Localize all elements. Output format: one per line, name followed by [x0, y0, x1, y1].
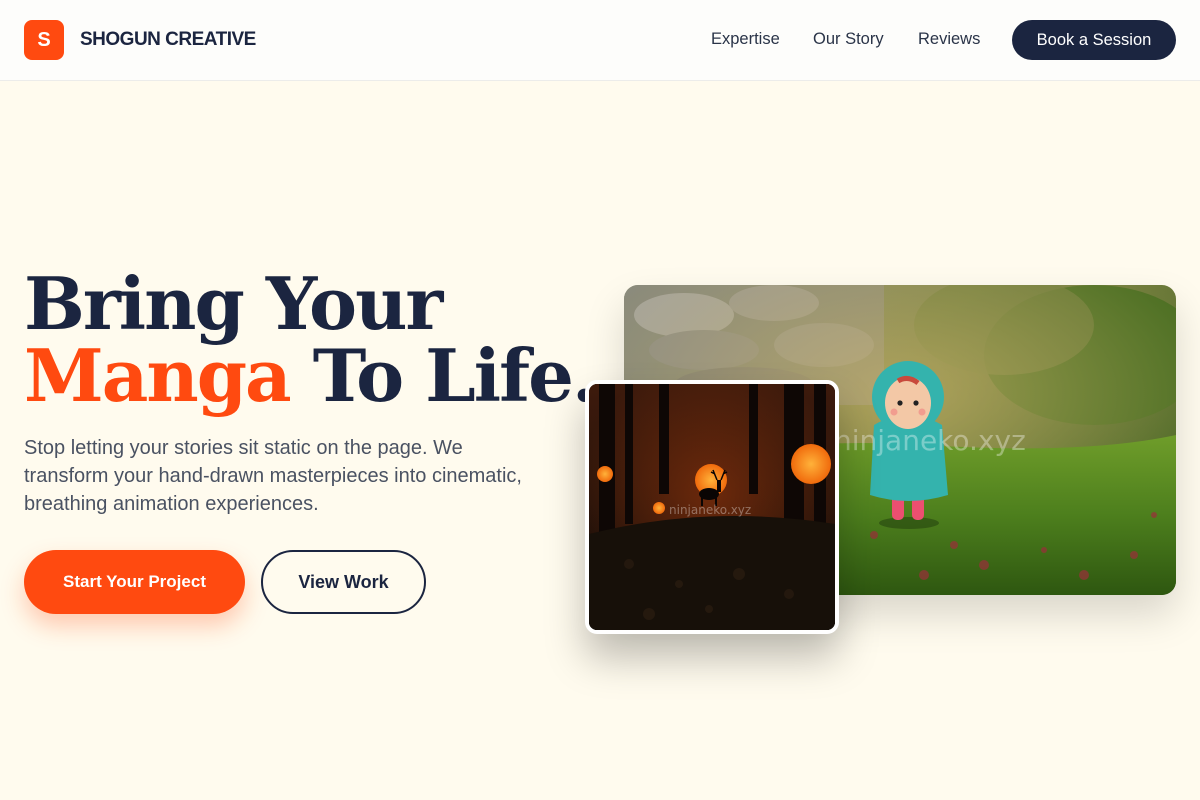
small-image-watermark: ninjaneko.xyz	[669, 503, 751, 517]
hero-title-accent: Manga	[24, 333, 292, 418]
hero-image-small: ninjaneko.xyz	[585, 380, 839, 634]
hero-title: Bring Your Manga To Life.	[24, 268, 597, 412]
nav-link-expertise[interactable]: Expertise	[711, 30, 780, 49]
site-header: S SHOGUN CREATIVE Expertise Our Story Re…	[0, 0, 1200, 81]
logo-badge[interactable]: S	[24, 20, 64, 60]
main-image-watermark: ninjaneko.xyz	[834, 424, 1026, 457]
brand-name[interactable]: SHOGUN CREATIVE	[80, 29, 256, 51]
book-session-button[interactable]: Book a Session	[1012, 20, 1176, 60]
hero-title-line2: To Life.	[289, 333, 597, 418]
forest-deer-photo: ninjaneko.xyz	[589, 384, 835, 630]
view-work-button[interactable]: View Work	[261, 550, 426, 614]
nav-link-reviews[interactable]: Reviews	[918, 30, 980, 49]
hero-subtitle: Stop letting your stories sit static on …	[24, 437, 522, 515]
start-project-button[interactable]: Start Your Project	[24, 550, 245, 614]
nav-link-our-story[interactable]: Our Story	[813, 30, 884, 49]
